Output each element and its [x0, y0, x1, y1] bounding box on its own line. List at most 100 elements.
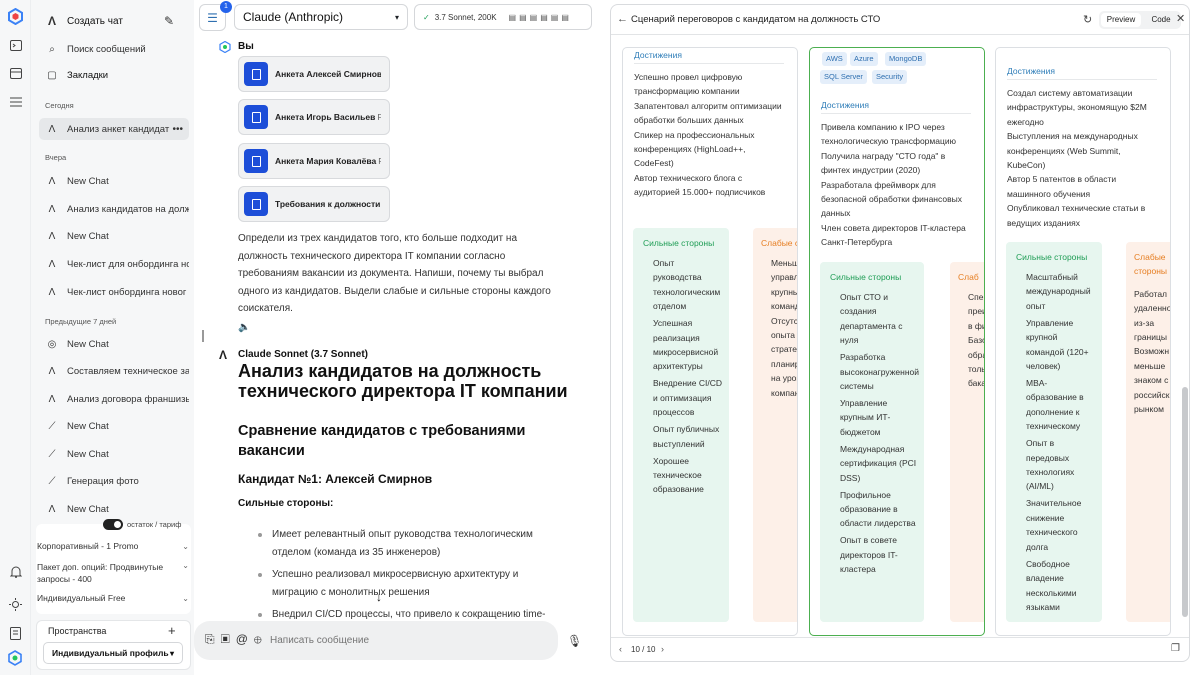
sidebar-chat-label: Анализ анкет кандидат	[67, 123, 170, 135]
file-type-icons: ▤▤▤▤▤▤	[508, 12, 572, 22]
weaknesses-box: Слабые стороны Меньший управле крупным коман…	[753, 228, 797, 622]
sidebar-chat-item[interactable]: ⟋ New Chat	[39, 415, 189, 437]
sidebar-chat-item[interactable]: Ʌ Анализ договора франшизы	[39, 388, 189, 410]
message-input[interactable]	[270, 632, 540, 648]
weakness-item: Работал	[1134, 288, 1168, 299]
microphone-icon[interactable]: 🎙	[567, 634, 582, 648]
resize-handle[interactable]	[202, 330, 204, 342]
weakness-item: стороны	[1134, 266, 1168, 277]
chevron-down-icon: ⌄	[182, 561, 189, 570]
weaknesses-list: Слабые стороны Работал удаленно из-за границы…	[1134, 250, 1170, 416]
weakness-item: крупным	[771, 286, 797, 297]
strength-item: Масштабный международный опыт	[1026, 272, 1091, 311]
sidebar-chat-item[interactable]: Ʌ Чек-лист онбординга новог	[39, 281, 189, 303]
divider	[821, 113, 971, 114]
add-space-icon[interactable]: +	[168, 623, 176, 638]
check-icon: ✓	[423, 12, 430, 22]
weakness-item: планиро	[771, 358, 797, 369]
weakness-item: знаком с	[1134, 375, 1169, 386]
weaknesses-list: Спец преи в фи Базо обра толь бака	[968, 290, 985, 391]
strengths-box: Сильные стороны Опыт руководства технолог…	[633, 228, 729, 622]
achievement-item: Привела компанию к IPO через технологиче…	[821, 122, 956, 147]
speaker-icon[interactable]: 🔈	[238, 322, 250, 333]
attached-file[interactable]: Анкета Мария Ковалёва F	[238, 143, 390, 179]
strengths-box: Сильные стороны Масштабный международный …	[1006, 242, 1102, 622]
file-name: Анкета Мария Ковалёва F	[275, 156, 381, 166]
search-icon: ⌕	[49, 43, 55, 55]
strength-item: Успешная реализация микросервисной архит…	[653, 318, 719, 372]
sun-icon[interactable]	[8, 597, 23, 612]
attached-file[interactable]: Анкета Алексей СмирновF	[238, 56, 390, 92]
plan-select[interactable]: Пакет доп. опций: Продвинутые запросы - …	[37, 561, 189, 585]
sidebar-chat-item[interactable]: Ʌ Анализ анкет кандидат •••	[39, 118, 189, 140]
strength-bullet: Имеет релевантный опыт руководства техно…	[272, 529, 533, 558]
file-extension: F	[377, 112, 381, 122]
sidebar-chat-item[interactable]: Ʌ Чек-лист для онбординга но	[39, 253, 189, 275]
composer-tool-icons[interactable]: ⎘▣@⊕	[205, 632, 268, 647]
file-name: Анкета Алексей СмирновF	[275, 69, 381, 79]
sidebar-chat-label: New Chat	[67, 175, 109, 187]
document-icon[interactable]	[8, 626, 23, 641]
sidebar-chat-item[interactable]: Ʌ New Chat	[39, 225, 189, 247]
achievement-item: Автор технического блога с аудиторией 15…	[634, 172, 766, 198]
list-icon[interactable]	[8, 94, 23, 109]
sidebar-chat-item[interactable]: Ʌ New Chat	[39, 170, 189, 192]
strength-bullet: Внедрил CI/CD процессы, что привело к со…	[272, 609, 546, 620]
search-messages[interactable]: ⌕ Поиск сообщений	[39, 38, 189, 60]
user-message: Определи из трех кандидатов того, кто бо…	[238, 233, 551, 314]
candidate-card: Достижения Создал систему автоматизации и…	[995, 47, 1171, 636]
more-options-icon[interactable]: •••	[172, 124, 183, 135]
strength-item: Хорошее техническое образование	[653, 455, 704, 495]
strengths-list: Опыт руководства технологическим отделом…	[653, 256, 723, 499]
model-options[interactable]: ✓ 3.7 Sonnet, 200K ▤▤▤▤▤▤	[414, 4, 592, 30]
sidebar-chat-label: Анализ кандидатов на долж	[67, 203, 189, 215]
scrollbar[interactable]	[1182, 387, 1188, 617]
sidebar-chat-item[interactable]: ⟋ New Chat	[39, 443, 189, 465]
strengths-title: Сильные стороны	[643, 238, 715, 248]
attached-file[interactable]: Требования к должностиF	[238, 186, 390, 222]
achievement-item: Спикер на профессиональных конференциях …	[634, 129, 755, 169]
profile-select[interactable]: Индивидуальный профиль ▾	[43, 642, 183, 664]
balance-toggle[interactable]	[103, 519, 123, 530]
sidebar-chat-label: New Chat	[67, 420, 109, 432]
user-avatar-icon[interactable]	[7, 650, 23, 666]
tab-code[interactable]: Code	[1143, 13, 1179, 27]
sidebar-chat-item[interactable]: Ʌ New Chat	[39, 498, 189, 520]
sidebar-chat-label: Анализ договора франшизы	[67, 393, 189, 405]
weakness-item: Базо	[968, 335, 985, 346]
compose-icon[interactable]: ✎	[164, 14, 174, 28]
sidebar-chat-item[interactable]: ◎ New Chat	[39, 333, 189, 355]
chevron-down-icon: ▾	[394, 12, 399, 22]
chat-model-icon: Ʌ	[48, 230, 56, 242]
close-icon[interactable]: ✕	[1176, 12, 1185, 25]
tab-preview[interactable]: Preview	[1101, 13, 1141, 27]
weakness-item: бака	[968, 378, 985, 389]
sidebar-chat-item[interactable]: Ʌ Составляем техническое за	[39, 360, 189, 382]
refresh-icon[interactable]: ↻	[1083, 13, 1092, 26]
back-arrow-icon[interactable]: ←	[617, 13, 628, 25]
weaknesses-box: Слабые стороны Работал удаленно из-за границы…	[1126, 242, 1170, 622]
bookmarks-link[interactable]: ▢ Закладки	[39, 64, 189, 86]
model-select[interactable]: Claude (Anthropic) ▾	[234, 4, 408, 30]
next-page-icon[interactable]: ›	[661, 644, 664, 654]
app-logo-icon[interactable]	[7, 8, 24, 25]
sidebar-group-title: Сегодня	[45, 101, 74, 110]
prev-page-icon[interactable]: ‹	[619, 644, 622, 654]
attached-file[interactable]: Анкета Игорь Васильев F	[238, 99, 390, 135]
strength-bullet: Успешно реализовал микросервисную архите…	[272, 569, 519, 598]
gallery-icon[interactable]	[8, 66, 23, 81]
weakness-item: обра	[968, 349, 984, 360]
bell-icon[interactable]	[8, 564, 23, 579]
response-subheading: Сравнение кандидатов с требованиями вака…	[238, 423, 526, 459]
achievement-item: Запатентовал алгоритм оптимизации обрабо…	[634, 100, 782, 126]
copy-icon[interactable]: ❐	[1171, 643, 1180, 654]
plan-select[interactable]: Индивидуальный Free ⌄	[37, 593, 189, 603]
sidebar-chat-item[interactable]: ⟋ Генерация фото	[39, 470, 189, 492]
plan-select[interactable]: Корпоративный - 1 Promo ⌄	[37, 541, 189, 551]
strength-item: Управление крупным ИТ-бюджетом	[840, 398, 891, 437]
terminal-icon[interactable]	[8, 38, 23, 53]
weakness-item: управле	[771, 272, 797, 283]
file-icon	[244, 62, 268, 86]
sidebar-chat-item[interactable]: Ʌ Анализ кандидатов на долж	[39, 198, 189, 220]
file-icon	[244, 105, 268, 129]
